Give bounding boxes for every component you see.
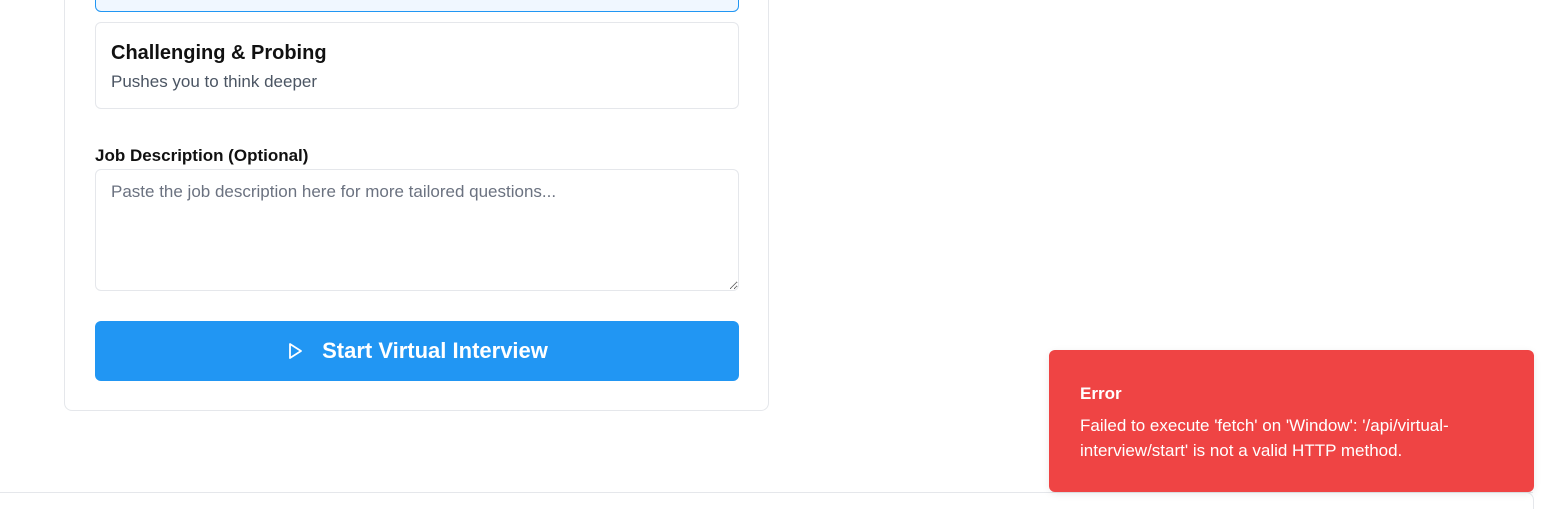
footer-divider-corner xyxy=(1524,492,1534,509)
page: Challenging & Probing Pushes you to thin… xyxy=(0,0,1546,509)
start-button-label: Start Virtual Interview xyxy=(322,338,548,363)
interviewer-style-option-selected[interactable] xyxy=(95,0,739,12)
error-toast[interactable]: Error Failed to execute 'fetch' on 'Wind… xyxy=(1049,350,1534,492)
option-description: Pushes you to think deeper xyxy=(111,72,318,91)
interviewer-style-option-challenging[interactable]: Challenging & Probing Pushes you to thin… xyxy=(95,22,739,109)
footer-divider xyxy=(0,492,1533,493)
toast-message: Failed to execute 'fetch' on 'Window': '… xyxy=(1080,416,1449,460)
toast-title: Error xyxy=(1080,384,1122,403)
job-description-textarea[interactable] xyxy=(95,169,739,291)
option-title: Challenging & Probing xyxy=(111,42,327,64)
start-virtual-interview-button[interactable]: Start Virtual Interview xyxy=(95,321,739,381)
play-icon xyxy=(286,342,304,360)
job-description-label: Job Description (Optional) xyxy=(95,146,309,165)
